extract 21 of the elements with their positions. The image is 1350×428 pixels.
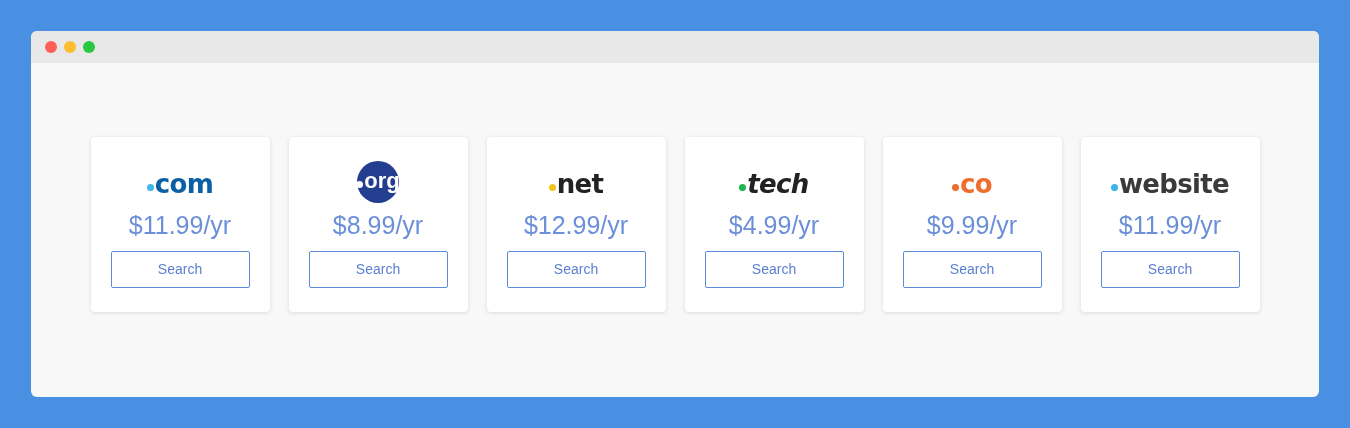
search-button[interactable]: Search <box>704 251 844 288</box>
price: $11.99/yr <box>1118 213 1222 238</box>
price: $9.99/yr <box>926 213 1018 238</box>
minimize-icon[interactable] <box>64 41 76 53</box>
logo-text: website <box>1118 171 1230 197</box>
logo-text: net <box>556 171 604 197</box>
search-button[interactable]: Search <box>1100 251 1240 288</box>
price: $8.99/yr <box>332 213 424 238</box>
maximize-icon[interactable] <box>83 41 95 53</box>
search-button[interactable]: Search <box>110 251 250 288</box>
logo-text: org <box>364 170 400 192</box>
search-button[interactable]: Search <box>308 251 448 288</box>
search-button[interactable]: Search <box>902 251 1042 288</box>
price: $4.99/yr <box>728 213 820 238</box>
search-button[interactable]: Search <box>506 251 646 288</box>
close-icon[interactable] <box>45 41 57 53</box>
logo-text: com <box>154 171 214 197</box>
price: $12.99/yr <box>523 213 629 238</box>
logo-text: co <box>960 171 992 197</box>
logo-text: tech <box>747 171 809 197</box>
price: $11.99/yr <box>128 213 232 238</box>
